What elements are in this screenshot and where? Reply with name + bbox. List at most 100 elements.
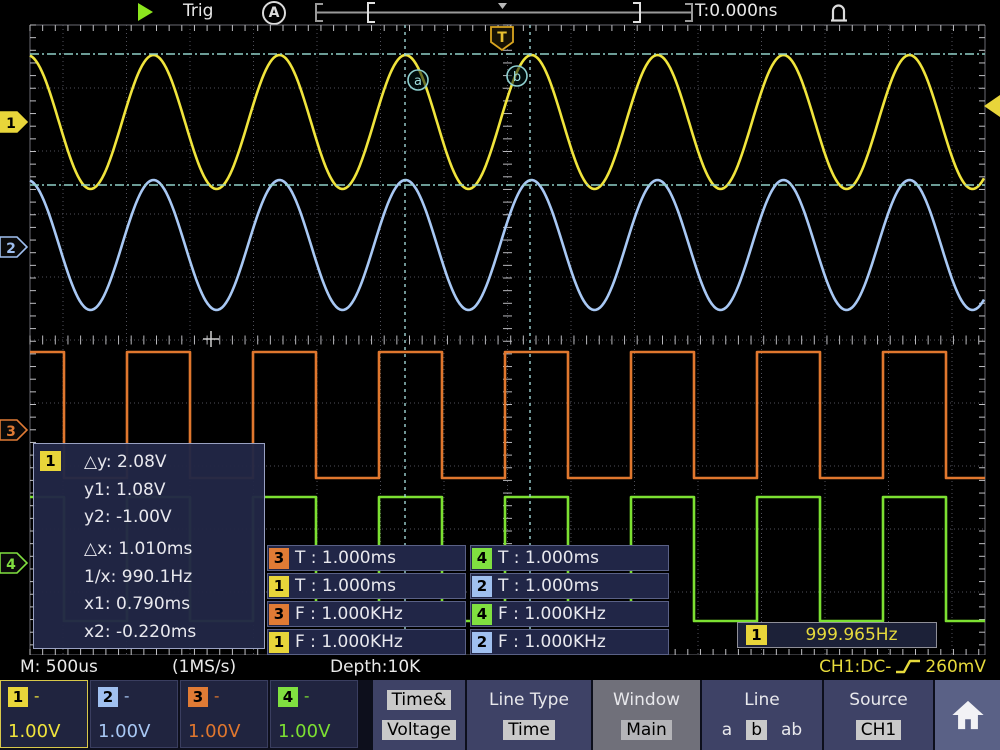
measurement-value: T : 1.000ms (498, 576, 599, 596)
ch1-position-marker[interactable]: 1 (0, 112, 27, 132)
cursor-popup-value: -1.00V (116, 507, 172, 527)
measurement-table: 3 T : 1.000ms 4 T : 1.000ms 1 T : 1.000ms 2 T :… (267, 545, 669, 655)
svg-text:3: 3 (6, 424, 16, 440)
cursor-measure-popup: 1 1 △y: 2.08Vy1: 1.08Vy2: -1.00V△x: 1.01… (33, 443, 265, 649)
svg-text:a: a (414, 74, 422, 89)
cursor-popup-label: y2: (84, 507, 116, 527)
cursor-popup-label: △y: (84, 452, 117, 472)
menu-button-line-type[interactable]: Line Type Time (467, 680, 591, 750)
bottom-menu-bar: 1-1.00V2-1.00V3-1.00V4-1.00VTime&Voltage… (0, 680, 1000, 750)
menu-button-label: CH1 (856, 720, 901, 740)
cursor-label-a[interactable]: a (408, 70, 428, 90)
channel-coupling: - (124, 687, 129, 705)
menu-button-label: Main (621, 720, 672, 740)
menu-option-row: abab (722, 720, 802, 740)
menu-button-label: Source (849, 690, 907, 710)
sample-rate-readout: (1MS/s) (172, 657, 236, 677)
svg-text:1: 1 (6, 116, 16, 132)
measurement-value: F : 1.000KHz (498, 604, 606, 624)
trigger-position-marker[interactable]: T (491, 27, 513, 50)
channel-coupling: - (34, 687, 39, 705)
cursor-popup-value: 0.790ms (116, 594, 190, 614)
menu-button-source[interactable]: Source CH1 (824, 680, 933, 750)
menu-button-label: Window (613, 690, 680, 710)
cursor-popup-value: 1.08V (116, 480, 165, 500)
channel-badge: 4 (278, 687, 298, 707)
channel-scale-value: 1.00V (98, 721, 150, 742)
ch4-position-marker[interactable]: 4 (0, 553, 27, 573)
menu-option-b[interactable]: b (746, 720, 767, 740)
measurement-channel-badge: 3 (269, 604, 289, 625)
rising-edge-icon (895, 658, 921, 676)
menu-button-label: Time& (387, 690, 452, 710)
svg-text:b: b (513, 70, 521, 85)
cursor-label-b[interactable]: b (507, 66, 527, 86)
memory-depth-readout: Depth:10K (330, 657, 420, 677)
cursor-popup-label: x1: (84, 594, 116, 614)
measurement-cell: 1 T : 1.000ms (267, 573, 466, 599)
svg-text:T: T (497, 30, 507, 46)
ch2-position-marker[interactable]: 2 (0, 237, 27, 257)
timebase-readout: M: 500us (20, 657, 98, 677)
menu-button-label: Time (503, 720, 555, 740)
measurement-channel-badge: 1 (269, 632, 289, 653)
channel-3-scale-box[interactable]: 3- 1.00V (180, 680, 268, 748)
measurement-channel-badge: 4 (472, 548, 492, 569)
channel-1-scale-box[interactable]: 1-1.00V (0, 680, 88, 748)
measurement-value: T : 1.000ms (295, 576, 396, 596)
menu-button-label: Line Type (489, 690, 569, 710)
cursor-popup-row: y1: 1.08V (84, 480, 264, 500)
popup-channel-badge: 1 (40, 451, 61, 471)
measurement-channel-badge: 1 (269, 576, 289, 597)
cursor-popup-label: 1/x: (84, 567, 122, 587)
channel-coupling: - (304, 687, 309, 705)
measurement-cell: 3 F : 1.000KHz (267, 601, 466, 627)
svg-text:2: 2 (6, 241, 16, 257)
measurement-cell: 1F : 1.000KHz (267, 629, 466, 655)
measurement-channel-badge: 4 (472, 604, 492, 625)
channel-2-scale-box[interactable]: 2- 1.00V (90, 680, 178, 748)
measurement-cell: 4 F : 1.000KHz (470, 601, 669, 627)
measurement-channel-badge: 2 (472, 632, 492, 653)
menu-button-window[interactable]: Window Main (593, 680, 700, 750)
oscilloscope-screen: Trig A T:0.000ns 1234abT 1 1 △y: 2.08Vy1… (0, 0, 1000, 750)
ch3-position-marker[interactable]: 3 (0, 420, 27, 440)
status-bar: M: 500us (1MS/s) Depth:10K CH1:DC- 260mV (0, 655, 1000, 680)
menu-button-label: Voltage (382, 720, 456, 740)
channel-badge: 2 (98, 687, 118, 707)
cursor-popup-label: x2: (84, 622, 116, 642)
cursor-popup-row: y2: -1.00V (84, 507, 264, 527)
measurement-value: F : 1.000KHz (498, 632, 606, 652)
menu-button-line[interactable]: Lineabab (702, 680, 822, 750)
cursor-popup-value: 990.1Hz (122, 567, 192, 587)
measurement-value: T : 1.000ms (295, 548, 396, 568)
channel-badge: 3 (188, 687, 208, 707)
menu-button-label: Line (744, 690, 779, 710)
menu-button-time-voltage[interactable]: Time&Voltage (373, 680, 465, 750)
menu-option-ab[interactable]: ab (781, 720, 802, 740)
trigger-source-coupling: CH1:DC- (819, 657, 891, 677)
measurement-channel-badge: 3 (269, 548, 289, 569)
channel-scale-value: 1.00V (278, 721, 330, 742)
cursor-popup-value: -0.220ms (116, 622, 196, 642)
reference-cross (203, 331, 219, 347)
channel-coupling: - (214, 687, 219, 705)
channel-scale-value: 1.00V (188, 721, 240, 742)
cursor-popup-value: 2.08V (117, 452, 166, 472)
home-button[interactable] (935, 680, 1000, 750)
channel-4-scale-box[interactable]: 4- 1.00V (270, 680, 358, 748)
cursor-popup-row: △y: 2.08V (84, 452, 264, 472)
measurement-channel-badge: 2 (472, 576, 492, 597)
cursor-popup-label: y1: (84, 480, 116, 500)
trigger-settings-readout: CH1:DC- 260mV (819, 657, 986, 677)
channel-badge: 1 (8, 687, 28, 707)
measurement-cell: 2 F : 1.000KHz (470, 629, 669, 655)
freq-counter-channel-badge: 1 (746, 625, 767, 645)
trigger-level-readout: 260mV (925, 657, 986, 677)
measurement-value: T : 1.000ms (498, 548, 599, 568)
trigger-level-marker[interactable] (984, 95, 1000, 117)
cursor-popup-value: 1.010ms (118, 539, 192, 559)
menu-option-a[interactable]: a (722, 720, 732, 740)
freq-counter-value: 999.965Hz (767, 625, 936, 645)
measurement-value: F : 1.000KHz (295, 604, 403, 624)
